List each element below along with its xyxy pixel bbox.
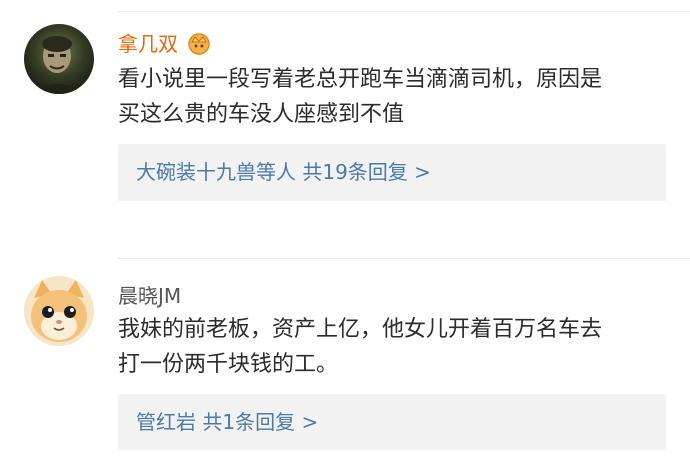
comment-text-line: 打一份两千块钱的工。 bbox=[118, 352, 339, 377]
comment-item: 晨晓JM 我妹的前老板，资产上亿，他女儿开着百万名车去 打一份两千块钱的工。 管… bbox=[0, 258, 690, 457]
dark-face-avatar-icon bbox=[24, 24, 94, 94]
avatar[interactable] bbox=[24, 276, 94, 346]
chevron-right-icon: > bbox=[414, 160, 431, 184]
reply-summary-label: 大碗装十九兽等人 共19条回复 bbox=[136, 160, 408, 184]
comment-text-line: 看小说里一段写着老总开跑车当滴滴司机，原因是 bbox=[118, 67, 603, 92]
comment-text-line: 我妹的前老板，资产上亿，他女儿开着百万名车去 bbox=[118, 317, 603, 342]
comment-item: 拿几双 看小说里一段写着老总开跑车当滴滴司机，原因是 买这么贵的车没人座感到不值… bbox=[0, 0, 690, 230]
cat-avatar-icon bbox=[24, 276, 94, 346]
reply-summary-button[interactable]: 大碗装十九兽等人 共19条回复 > bbox=[118, 144, 666, 201]
reply-summary-label: 管红岩 共1条回复 bbox=[136, 410, 296, 434]
comment-text-line: 买这么贵的车没人座感到不值 bbox=[118, 102, 405, 127]
vip-crown-badge-icon bbox=[186, 30, 212, 60]
reply-summary-button[interactable]: 管红岩 共1条回复 > bbox=[118, 394, 666, 450]
username[interactable]: 拿几双 bbox=[118, 32, 178, 56]
chevron-right-icon: > bbox=[301, 410, 319, 434]
reply-summary-text[interactable]: 管红岩 共1条回复 > bbox=[136, 410, 318, 434]
reply-summary-text[interactable]: 大碗装十九兽等人 共19条回复 > bbox=[136, 160, 431, 184]
username[interactable]: 晨晓JM bbox=[118, 284, 181, 308]
avatar[interactable] bbox=[24, 24, 94, 94]
